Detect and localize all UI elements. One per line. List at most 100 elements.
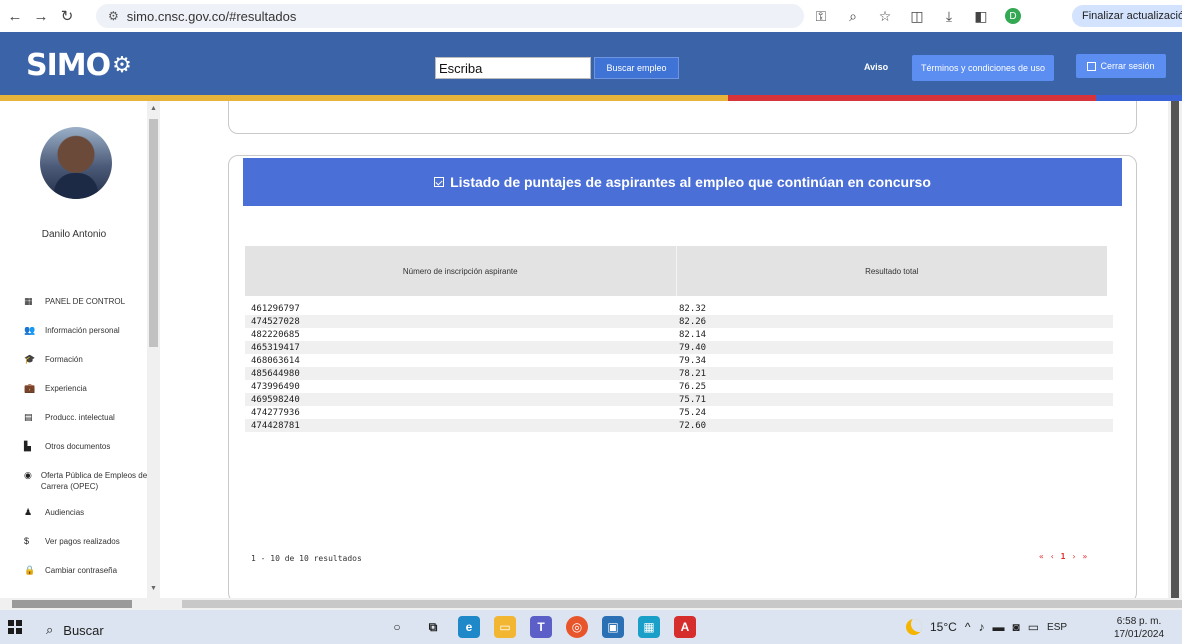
task-view-icon[interactable]: ⧉ [422,616,444,638]
side-panel-icon[interactable]: ◧ [968,4,994,28]
sidebar-item-label: Formación [45,355,83,364]
page-next-button[interactable]: › [1071,552,1076,561]
cortana-icon[interactable]: ○ [386,616,408,638]
job-search-input[interactable] [435,57,591,79]
extensions-icon[interactable]: ◫ [904,4,930,28]
audience-icon: ♟ [24,507,33,517]
browser-toolbar: ← → ↻ ⚙ simo.cnsc.gov.co/#resultados ⚿ ⌕… [0,0,1182,32]
remote-desktop-icon[interactable]: ▣ [602,616,624,638]
temperature[interactable]: 15°C [930,620,957,634]
registration-number: 465319417 [251,342,300,353]
weather-moon-icon[interactable] [906,619,922,635]
app-header: SIMO⚙ Buscar empleo Aviso Términos y con… [0,32,1182,95]
pagination: « ‹ 1 › » [1039,552,1087,561]
display-icon[interactable]: ▭ [1028,620,1039,634]
sidebar-item-payments[interactable]: $ Ver pagos realizados [0,536,148,565]
book-icon: ▤ [24,412,33,422]
horizontal-scrollbar[interactable] [0,598,1182,610]
notification-icon[interactable]: ◙ [1012,620,1019,634]
sidebar-item-personal-info[interactable]: 👥 Información personal [0,325,148,354]
acrobat-icon[interactable]: A [674,616,696,638]
teams-icon[interactable]: T [530,616,552,638]
network-icon[interactable]: ▬ [992,620,1004,634]
sidebar-item-audiences[interactable]: ♟ Audiencias [0,507,148,536]
page-prev-button[interactable]: ‹ [1050,552,1055,561]
chrome-icon[interactable]: ◎ [566,616,588,638]
total-score: 82.32 [679,303,707,314]
terms-button[interactable]: Términos y condiciones de uso [912,55,1054,81]
password-key-icon[interactable]: ⚿ [808,4,834,28]
tray-chevron-icon[interactable]: ^ [965,620,971,634]
logout-button[interactable]: Cerrar sesión [1076,54,1166,78]
notice-link[interactable]: Aviso [864,62,888,72]
sidebar-item-opec[interactable]: ◉ Oferta Pública de Empleos de Carrera (O… [0,470,148,507]
table-row: 474428781 72.60 [245,419,1113,432]
people-icon: 👥 [24,325,36,335]
results-card: Listado de puntajes de aspirantes al emp… [228,155,1137,598]
table-row: 474527028 82.26 [245,315,1113,328]
clock-date: 17/01/2024 [1114,629,1165,640]
finish-update-button[interactable]: Finalizar actualización [1072,5,1182,27]
results-card-header: Listado de puntajes de aspirantes al emp… [243,158,1122,206]
edge-icon[interactable]: e [458,616,480,638]
registration-number: 482220685 [251,329,300,340]
table-row: 469598240 75.71 [245,393,1113,406]
bookmark-star-icon[interactable]: ☆ [872,4,898,28]
address-bar[interactable]: ⚙ simo.cnsc.gov.co/#resultados [96,4,804,28]
dollar-icon: $ [24,536,30,546]
search-job-button[interactable]: Buscar empleo [594,57,679,79]
scroll-down-icon[interactable]: ▼ [150,585,157,592]
total-score: 78.21 [679,368,707,379]
volume-icon[interactable]: ♪ [978,620,984,634]
page-first-button[interactable]: « [1039,552,1044,561]
main-content: Listado de puntajes de aspirantes al emp… [160,101,1168,598]
briefcase-icon: 💼 [24,383,36,393]
back-icon[interactable]: ← [4,5,26,27]
site-settings-icon[interactable]: ⚙ [108,9,119,23]
profile-button[interactable]: D [1000,4,1026,28]
column-header-total[interactable]: Resultado total [675,246,1108,296]
reload-icon[interactable]: ↻ [56,5,78,27]
zoom-icon[interactable]: ⌕ [840,4,866,28]
scroll-up-icon[interactable]: ▲ [150,105,157,112]
downloads-icon[interactable]: ⤓ [936,4,962,28]
total-score: 79.40 [679,342,707,353]
taskbar-search[interactable]: ⌕ Buscar [46,622,104,638]
forward-icon[interactable]: → [30,5,52,27]
simo-logo[interactable]: SIMO⚙ [26,48,132,83]
sidebar-item-label: Experiencia [45,384,87,393]
sidebar-item-other-documents[interactable]: ▙ Otros documentos [0,441,148,470]
registration-number: 485644980 [251,368,300,379]
sidebar-item-change-password[interactable]: 🔒 Cambiar contraseña [0,565,148,594]
profile-avatar: D [1005,8,1021,24]
total-score: 82.26 [679,316,707,327]
main-scrollbar[interactable] [1168,101,1182,598]
table-row: 461296797 82.32 [245,302,1113,315]
taskbar-clock[interactable]: 6:58 p. m. 17/01/2024 [1114,615,1164,641]
main-scroll-thumb[interactable] [1171,101,1179,598]
sidebar-scroll-thumb[interactable] [149,119,158,347]
language-indicator[interactable]: ESP [1047,622,1067,633]
sidebar-item-intellectual-production[interactable]: ▤ Producc. intelectual [0,412,148,441]
file-explorer-icon[interactable]: ▭ [494,616,516,638]
main-hscroll-thumb[interactable] [182,600,1182,608]
windows-start-icon[interactable] [8,620,22,634]
globe-icon: ◉ [24,470,32,480]
table-row: 485644980 78.21 [245,367,1113,380]
sidebar-item-experience[interactable]: 💼 Experiencia [0,383,148,412]
table-row: 473996490 76.25 [245,380,1113,393]
sidebar: Danilo Antonio ▦ PANEL DE CONTROL 👥 Inform… [0,101,160,598]
user-name: Danilo Antonio [41,229,107,240]
document-icon: ▙ [24,441,31,451]
previous-card [228,101,1137,134]
total-score: 79.34 [679,355,707,366]
sidebar-hscroll-thumb[interactable] [12,600,132,608]
page-current-button[interactable]: 1 [1061,552,1066,561]
sidebar-scrollbar[interactable]: ▲ ▼ [147,101,160,598]
calculator-icon[interactable]: ▦ [638,616,660,638]
column-header-registration[interactable]: Número de inscripción aspirante [245,246,676,296]
sidebar-item-dashboard[interactable]: ▦ PANEL DE CONTROL [0,296,148,325]
page-last-button[interactable]: » [1082,552,1087,561]
sidebar-item-education[interactable]: 🎓 Formación [0,354,148,383]
sidebar-item-label: Información personal [45,326,120,335]
